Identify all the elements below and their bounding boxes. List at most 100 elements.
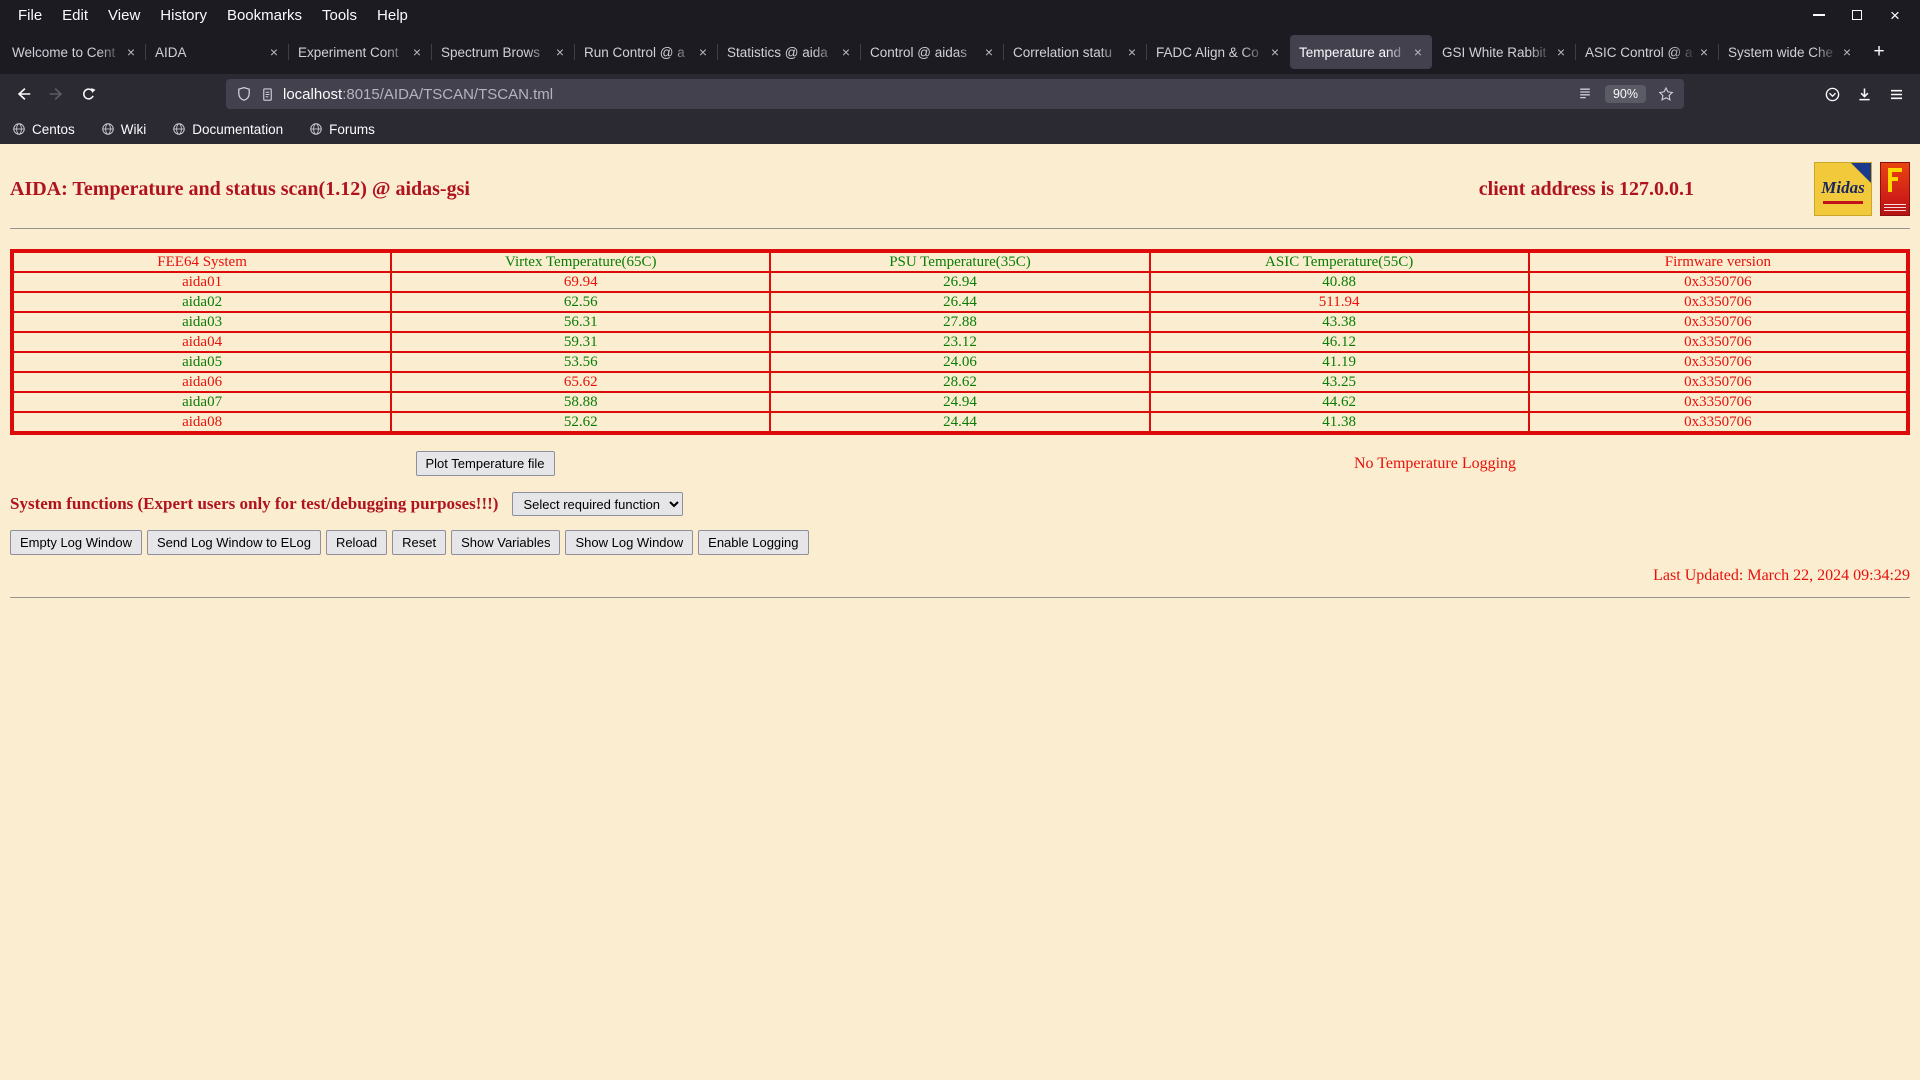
- back-icon[interactable]: [8, 79, 40, 109]
- bookmark-forums[interactable]: Forums: [309, 122, 375, 137]
- urlbar-actions: 90%: [1577, 85, 1674, 103]
- table-row: aida02 62.56 26.44 511.94 0x3350706: [10, 291, 1910, 313]
- show-variables-button[interactable]: Show Variables: [451, 530, 561, 555]
- cell-psu-temp: 28.62: [769, 371, 1151, 393]
- bookmark-star-icon[interactable]: [1658, 86, 1674, 102]
- cell-firmware: 0x3350706: [1527, 391, 1910, 413]
- maximize-icon[interactable]: [1848, 6, 1866, 24]
- menu-help[interactable]: Help: [367, 3, 418, 28]
- cell-firmware: 0x3350706: [1527, 371, 1910, 393]
- tab-close-icon[interactable]: ×: [123, 44, 139, 60]
- bookmark-documentation[interactable]: Documentation: [172, 122, 283, 137]
- cell-virtex-temp: 53.56: [390, 351, 772, 373]
- tab-statistics[interactable]: Statistics @ aida ×: [717, 35, 860, 69]
- tab-close-icon[interactable]: ×: [981, 44, 997, 60]
- tab-asic-control[interactable]: ASIC Control @ a ×: [1575, 35, 1718, 69]
- menu-file[interactable]: File: [8, 3, 52, 28]
- tab-system-wide-checks[interactable]: System wide Che ×: [1718, 35, 1861, 69]
- tab-close-icon[interactable]: ×: [266, 44, 282, 60]
- page-content: AIDA: Temperature and status scan(1.12) …: [0, 144, 1920, 1080]
- tab-run-control[interactable]: Run Control @ a ×: [574, 35, 717, 69]
- menu-bookmarks[interactable]: Bookmarks: [217, 3, 312, 28]
- reader-mode-icon[interactable]: [1577, 86, 1593, 102]
- table-row: aida05 53.56 24.06 41.19 0x3350706: [10, 351, 1910, 373]
- cell-firmware: 0x3350706: [1527, 311, 1910, 333]
- col-header-firmware: Firmware version: [1527, 250, 1910, 273]
- menu-icon[interactable]: [1880, 79, 1912, 109]
- menu-history[interactable]: History: [150, 3, 217, 28]
- page-info-icon[interactable]: [260, 87, 275, 102]
- show-log-window-button[interactable]: Show Log Window: [565, 530, 694, 555]
- tab-close-icon[interactable]: ×: [1839, 44, 1855, 60]
- tab-close-icon[interactable]: ×: [409, 44, 425, 60]
- tab-gsi-white-rabbit[interactable]: GSI White Rabbit ×: [1433, 35, 1575, 69]
- tab-aida[interactable]: AIDA ×: [145, 35, 288, 69]
- tab-bar: Welcome to Cent × AIDA × Experiment Cont × …: [0, 30, 1920, 74]
- minimize-icon[interactable]: [1810, 6, 1828, 24]
- cell-virtex-temp: 56.31: [390, 311, 772, 333]
- bookmarks-toolbar: Centos Wiki Documentation Forums: [0, 114, 1920, 144]
- tab-experiment-control[interactable]: Experiment Cont ×: [288, 35, 431, 69]
- tab-close-icon[interactable]: ×: [1696, 44, 1712, 60]
- fair-logo: [1880, 162, 1910, 216]
- menu-edit[interactable]: Edit: [52, 3, 98, 28]
- cell-virtex-temp: 62.56: [390, 291, 772, 313]
- cell-firmware: 0x3350706: [1527, 331, 1910, 353]
- tab-control[interactable]: Control @ aidas ×: [860, 35, 1003, 69]
- tab-fadc-align[interactable]: FADC Align & Co ×: [1146, 35, 1289, 69]
- client-address: client address is 127.0.0.1: [1478, 177, 1694, 200]
- enable-logging-button[interactable]: Enable Logging: [698, 530, 809, 555]
- page-title: AIDA: Temperature and status scan(1.12) …: [10, 177, 470, 200]
- tab-close-icon[interactable]: ×: [1267, 44, 1283, 60]
- col-header-virtex-temp: Virtex Temperature(65C): [390, 250, 772, 273]
- tab-close-icon[interactable]: ×: [1410, 44, 1426, 60]
- send-log-to-elog-button[interactable]: Send Log Window to ELog: [147, 530, 321, 555]
- forward-icon[interactable]: [40, 79, 72, 109]
- function-select[interactable]: Select required function: [512, 492, 684, 516]
- empty-log-window-button[interactable]: Empty Log Window: [10, 530, 142, 555]
- cell-fee64-system: aida05: [10, 351, 393, 373]
- plot-temperature-button[interactable]: Plot Temperature file: [415, 451, 555, 476]
- close-icon[interactable]: ×: [1886, 6, 1904, 24]
- tab-welcome-centos[interactable]: Welcome to Cent ×: [3, 35, 145, 69]
- tab-close-icon[interactable]: ×: [838, 44, 854, 60]
- menu-tools[interactable]: Tools: [312, 3, 367, 28]
- tracking-shield-icon[interactable]: [236, 86, 252, 102]
- cell-fee64-system: aida03: [10, 311, 393, 333]
- window-controls: ×: [1810, 6, 1920, 24]
- table-row: aida01 69.94 26.94 40.88 0x3350706: [10, 271, 1910, 293]
- tab-close-icon[interactable]: ×: [552, 44, 568, 60]
- col-header-asic-temp: ASIC Temperature(55C): [1148, 250, 1530, 273]
- reload-button[interactable]: Reload: [325, 530, 388, 555]
- table-row: aida04 59.31 23.12 46.12 0x3350706: [10, 331, 1910, 353]
- tab-spectrum-browser[interactable]: Spectrum Brows ×: [431, 35, 574, 69]
- cell-firmware: 0x3350706: [1527, 351, 1910, 373]
- url-bar[interactable]: localhost:8015/AIDA/TSCAN/TSCAN.tml 90%: [226, 79, 1684, 109]
- zoom-indicator[interactable]: 90%: [1604, 85, 1646, 103]
- cell-virtex-temp: 69.94: [390, 271, 772, 293]
- tab-temperature-scan[interactable]: Temperature and ×: [1290, 35, 1432, 69]
- tab-correlation-status[interactable]: Correlation statu ×: [1003, 35, 1146, 69]
- tab-close-icon[interactable]: ×: [1124, 44, 1140, 60]
- cell-psu-temp: 26.94: [769, 271, 1151, 293]
- downloads-icon[interactable]: [1848, 79, 1880, 109]
- table-row: aida06 65.62 28.62 43.25 0x3350706: [10, 371, 1910, 393]
- cell-asic-temp: 44.62: [1148, 391, 1530, 413]
- bookmark-wiki[interactable]: Wiki: [101, 122, 146, 137]
- titlebar: File Edit View History Bookmarks Tools H…: [0, 0, 1920, 30]
- cell-virtex-temp: 65.62: [390, 371, 772, 393]
- table-row: aida08 52.62 24.44 41.38 0x3350706: [10, 411, 1910, 434]
- reload-icon[interactable]: [72, 79, 104, 109]
- pocket-icon[interactable]: [1816, 79, 1848, 109]
- reset-button[interactable]: Reset: [392, 530, 447, 555]
- cell-fee64-system: aida06: [10, 371, 393, 393]
- tab-close-icon[interactable]: ×: [695, 44, 711, 60]
- midas-logo-corner: [1851, 163, 1871, 183]
- bookmark-centos[interactable]: Centos: [12, 122, 75, 137]
- new-tab-icon[interactable]: +: [1861, 35, 1897, 69]
- tab-close-icon[interactable]: ×: [1553, 44, 1569, 60]
- menu-view[interactable]: View: [98, 3, 150, 28]
- cell-firmware: 0x3350706: [1527, 271, 1910, 293]
- midas-logo-subline: [1823, 201, 1863, 204]
- cell-asic-temp: 43.38: [1148, 311, 1530, 333]
